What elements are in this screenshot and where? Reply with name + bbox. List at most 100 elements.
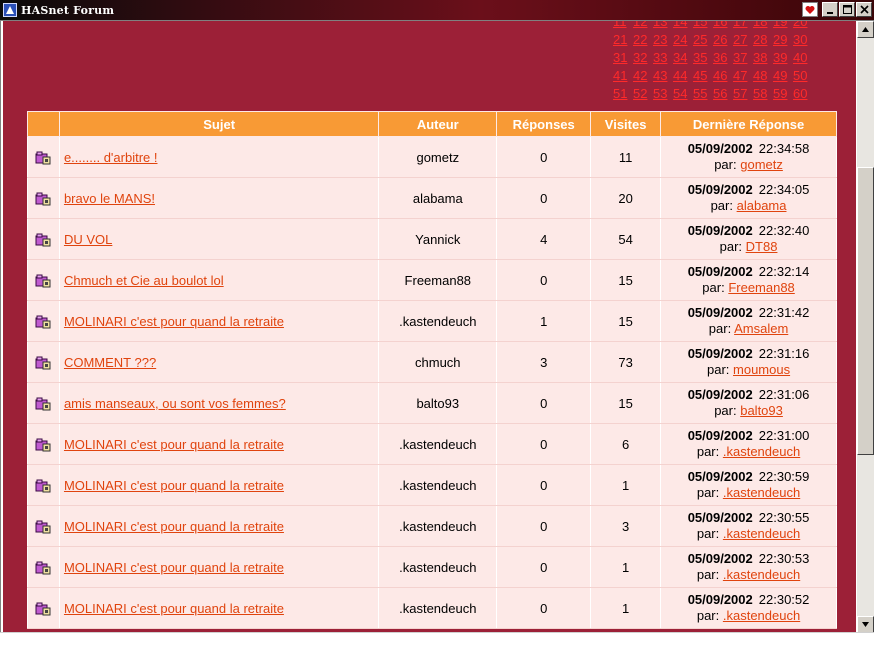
topic-link[interactable]: MOLINARI c'est pour quand la retraite xyxy=(64,601,284,616)
page-link[interactable]: 49 xyxy=(773,67,792,85)
page-link[interactable]: 32 xyxy=(633,49,652,67)
page-link[interactable]: 23 xyxy=(653,31,672,49)
page-link[interactable]: 54 xyxy=(673,85,692,103)
page-link[interactable]: 25 xyxy=(693,31,712,49)
page-link[interactable]: 38 xyxy=(753,49,772,67)
last-reply-author-link[interactable]: .kastendeuch xyxy=(723,444,800,459)
last-reply-author-link[interactable]: Amsalem xyxy=(734,321,788,336)
page-link[interactable]: 39 xyxy=(773,49,792,67)
topic-link[interactable]: MOLINARI c'est pour quand la retraite xyxy=(64,314,284,329)
header-last-reply[interactable]: Dernière Réponse xyxy=(660,111,837,137)
page-link[interactable]: 31 xyxy=(613,49,632,67)
page-link[interactable]: 60 xyxy=(793,85,812,103)
vertical-scrollbar[interactable] xyxy=(857,21,874,632)
page-link[interactable]: 33 xyxy=(653,49,672,67)
scroll-up-button[interactable] xyxy=(857,21,874,38)
header-subject[interactable]: Sujet xyxy=(58,111,380,137)
page-link[interactable]: 47 xyxy=(733,67,752,85)
page-link[interactable]: 26 xyxy=(713,31,732,49)
topic-link[interactable]: DU VOL xyxy=(64,232,112,247)
topic-link[interactable]: amis manseaux, ou sont vos femmes? xyxy=(64,396,286,411)
page-link[interactable]: 20 xyxy=(793,21,812,31)
last-reply-author-link[interactable]: .kastendeuch xyxy=(723,485,800,500)
page-link[interactable]: 17 xyxy=(733,21,752,31)
topic-link[interactable]: MOLINARI c'est pour quand la retraite xyxy=(64,560,284,575)
scroll-down-button[interactable] xyxy=(857,616,874,632)
last-reply-author-link[interactable]: gometz xyxy=(740,157,783,172)
page-link[interactable]: 46 xyxy=(713,67,732,85)
last-reply-author-link[interactable]: DT88 xyxy=(746,239,778,254)
topic-link[interactable]: MOLINARI c'est pour quand la retraite xyxy=(64,519,284,534)
page-link[interactable]: 55 xyxy=(693,85,712,103)
page-link[interactable]: 13 xyxy=(653,21,672,31)
page-link[interactable]: 30 xyxy=(793,31,812,49)
topic-link[interactable]: COMMENT ??? xyxy=(64,355,156,370)
last-reply-author-link[interactable]: .kastendeuch xyxy=(723,567,800,582)
page-link[interactable]: 12 xyxy=(633,21,652,31)
last-reply-cell: 05/09/2002 22:31:06 par: balto93 xyxy=(660,382,837,424)
page-link[interactable]: 22 xyxy=(633,31,652,49)
scrollbar-thumb[interactable] xyxy=(857,167,874,455)
close-button[interactable] xyxy=(856,2,872,17)
page-link[interactable]: 42 xyxy=(633,67,652,85)
page-link[interactable]: 51 xyxy=(613,85,632,103)
topic-link[interactable]: e........ d'arbitre ! xyxy=(64,150,158,165)
page-link[interactable]: 43 xyxy=(653,67,672,85)
page-link[interactable]: 56 xyxy=(713,85,732,103)
favorite-icon[interactable] xyxy=(802,2,818,17)
page-link[interactable]: 35 xyxy=(693,49,712,67)
page-link[interactable]: 28 xyxy=(753,31,772,49)
page-link[interactable]: 16 xyxy=(713,21,732,31)
replies-cell: 0 xyxy=(496,382,592,424)
last-reply-author-link[interactable]: Freeman88 xyxy=(728,280,794,295)
minimize-button[interactable] xyxy=(822,2,838,17)
page-link[interactable]: 19 xyxy=(773,21,792,31)
maximize-button[interactable] xyxy=(839,2,855,17)
page-link[interactable]: 11 xyxy=(613,21,632,31)
topic-link[interactable]: MOLINARI c'est pour quand la retraite xyxy=(64,437,284,452)
page-link[interactable]: 18 xyxy=(753,21,772,31)
last-reply-author-link[interactable]: alabama xyxy=(737,198,787,213)
page-link[interactable]: 34 xyxy=(673,49,692,67)
page-link[interactable]: 53 xyxy=(653,85,672,103)
by-label: par: xyxy=(719,239,743,254)
page-link[interactable]: 29 xyxy=(773,31,792,49)
page-link[interactable]: 52 xyxy=(633,85,652,103)
page-link[interactable]: 36 xyxy=(713,49,732,67)
page-link[interactable]: 45 xyxy=(693,67,712,85)
last-reply-author-link[interactable]: .kastendeuch xyxy=(723,608,800,623)
page-link[interactable]: 24 xyxy=(673,31,692,49)
author-cell: chmuch xyxy=(378,341,498,383)
topic-link[interactable]: MOLINARI c'est pour quand la retraite xyxy=(64,478,284,493)
header-visits[interactable]: Visites xyxy=(590,111,662,137)
last-reply-cell: 05/09/2002 22:32:14 par: Freeman88 xyxy=(660,259,837,301)
page-link[interactable]: 14 xyxy=(673,21,692,31)
page-link[interactable]: 21 xyxy=(613,31,632,49)
page-link[interactable]: 15 xyxy=(693,21,712,31)
replies-cell: 0 xyxy=(496,136,592,178)
by-label: par: xyxy=(696,485,720,500)
last-reply-author-link[interactable]: .kastendeuch xyxy=(723,526,800,541)
table-row: amis manseaux, ou sont vos femmes? balto9… xyxy=(27,382,837,424)
header-replies[interactable]: Réponses xyxy=(496,111,592,137)
page-link[interactable]: 40 xyxy=(793,49,812,67)
page-link[interactable]: 27 xyxy=(733,31,752,49)
page-link[interactable]: 44 xyxy=(673,67,692,85)
page-link[interactable]: 59 xyxy=(773,85,792,103)
page-link[interactable]: 50 xyxy=(793,67,812,85)
topic-icon-cell xyxy=(27,464,60,506)
page-link[interactable]: 37 xyxy=(733,49,752,67)
topic-folder-icon xyxy=(35,151,51,165)
page-link[interactable]: 41 xyxy=(613,67,632,85)
header-author[interactable]: Auteur xyxy=(378,111,498,137)
topic-link[interactable]: bravo le MANS! xyxy=(64,191,155,206)
topic-icon-cell xyxy=(27,177,60,219)
last-reply-author-link[interactable]: balto93 xyxy=(740,403,783,418)
last-reply-time: 22:30:55 xyxy=(758,510,810,525)
page-link[interactable]: 57 xyxy=(733,85,752,103)
page-link[interactable]: 58 xyxy=(753,85,772,103)
window-controls xyxy=(802,2,872,17)
page-link[interactable]: 48 xyxy=(753,67,772,85)
topic-link[interactable]: Chmuch et Cie au boulot lol xyxy=(64,273,224,288)
last-reply-author-link[interactable]: moumous xyxy=(733,362,790,377)
